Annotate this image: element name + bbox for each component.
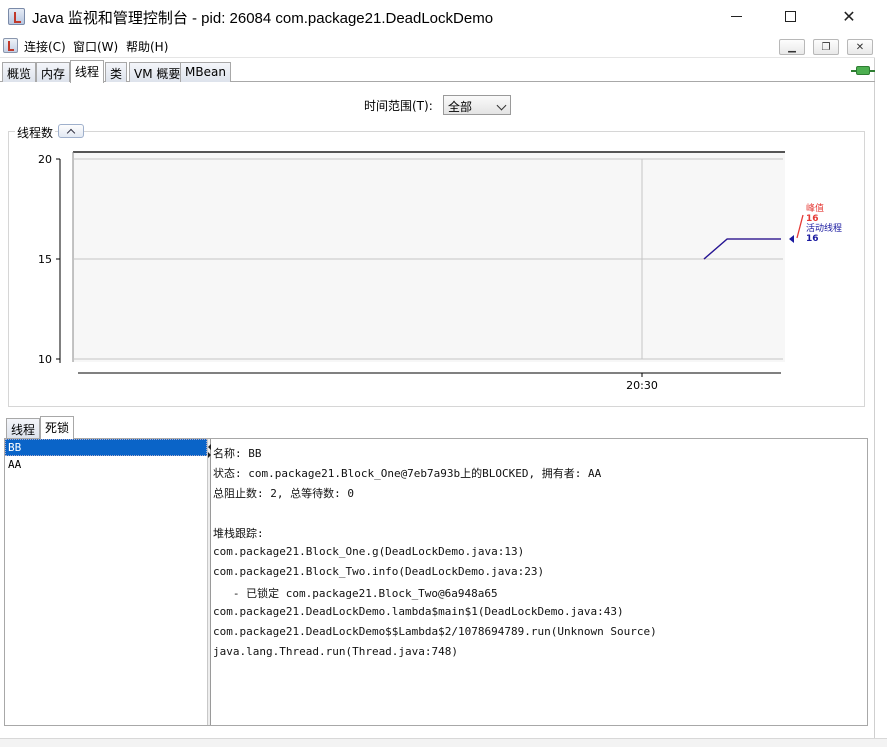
connection-status-icon — [851, 64, 875, 77]
detail-line: 状态: com.package21.Block_One@7eb7a93b上的BL… — [213, 467, 602, 480]
window-title: Java 监视和管理控制台 - pid: 26084 com.package21… — [32, 10, 494, 27]
mdi-restore-button[interactable]: ❐ — [813, 39, 839, 55]
list-item[interactable]: AA — [5, 456, 207, 473]
chart-title: 线程数 — [15, 124, 56, 141]
detail-line: com.package21.Block_Two.info(DeadLockDem… — [213, 565, 545, 578]
menu-bar: 连接(C) 窗口(W) 帮助(H) — [0, 34, 875, 58]
desktop-background — [0, 738, 887, 747]
detail-line: - 已锁定 com.package21.Block_Two@6a948a65 — [213, 587, 498, 600]
thread-details: 名称: BB 状态: com.package21.Block_One@7eb7a… — [213, 445, 863, 665]
maximize-button[interactable] — [767, 0, 813, 32]
time-range-value: 全部 — [448, 100, 473, 114]
java-app-icon — [8, 8, 25, 25]
restore-icon: ❐ — [821, 41, 831, 53]
detail-line: com.package21.DeadLockDemo.lambda$main$1… — [213, 605, 624, 618]
main-tab-bar: 概览 内存 线程 类 VM 概要 MBean — [0, 60, 875, 83]
detail-line: java.lang.Thread.run(Thread.java:748) — [213, 645, 459, 658]
minimize-icon: ▁ — [788, 41, 796, 53]
deadlock-thread-list: BB AA — [5, 439, 207, 725]
chevron-down-icon — [496, 100, 507, 111]
detail-line: 总阻止数: 2, 总等待数: 0 — [213, 487, 354, 500]
menu-help[interactable]: 帮助(H) — [126, 38, 168, 55]
detail-line: com.package21.Block_One.g(DeadLockDemo.j… — [213, 545, 525, 558]
close-button[interactable]: ✕ — [826, 0, 872, 32]
menu-connection[interactable]: 连接(C) — [24, 38, 66, 55]
tab-mbean[interactable]: MBean — [180, 62, 231, 82]
collapse-chart-button[interactable] — [58, 124, 84, 138]
minimize-button[interactable] — [713, 0, 759, 32]
collapse-right-icon[interactable] — [208, 452, 211, 458]
menu-window[interactable]: 窗口(W) — [73, 38, 118, 55]
tab-classes[interactable]: 类 — [105, 62, 128, 82]
maximize-icon — [784, 10, 796, 22]
tab-vm-summary[interactable]: VM 概要 — [129, 62, 186, 82]
collapse-left-icon[interactable] — [208, 444, 211, 450]
thread-count-panel — [8, 131, 865, 407]
detail-line — [213, 505, 863, 525]
tab-threads[interactable]: 线程 — [70, 60, 105, 83]
minimize-icon — [730, 15, 742, 17]
desktop-background — [875, 0, 887, 747]
close-icon: ✕ — [842, 6, 856, 26]
tab-memory[interactable]: 内存 — [36, 62, 71, 82]
subtab-deadlock[interactable]: 死锁 — [40, 416, 75, 439]
detail-line: 名称: BB — [213, 447, 262, 460]
detail-line: 堆栈跟踪: — [213, 527, 264, 540]
mdi-minimize-button[interactable]: ▁ — [779, 39, 805, 55]
time-range-label: 时间范围(T): — [364, 99, 433, 113]
mdi-close-button[interactable]: ✕ — [847, 39, 873, 55]
subtab-threads[interactable]: 线程 — [6, 418, 41, 438]
java-menu-icon[interactable] — [3, 38, 18, 53]
tab-overview[interactable]: 概览 — [2, 62, 37, 82]
split-pane-divider[interactable] — [207, 439, 211, 725]
list-item[interactable]: BB — [5, 439, 207, 456]
title-bar: Java 监视和管理控制台 - pid: 26084 com.package21… — [0, 0, 875, 34]
detail-line: com.package21.DeadLockDemo$$Lambda$2/107… — [213, 625, 657, 638]
time-range-select[interactable]: 全部 — [443, 95, 511, 115]
close-icon: ✕ — [855, 41, 865, 53]
jconsole-window: Java 监视和管理控制台 - pid: 26084 com.package21… — [0, 0, 875, 738]
